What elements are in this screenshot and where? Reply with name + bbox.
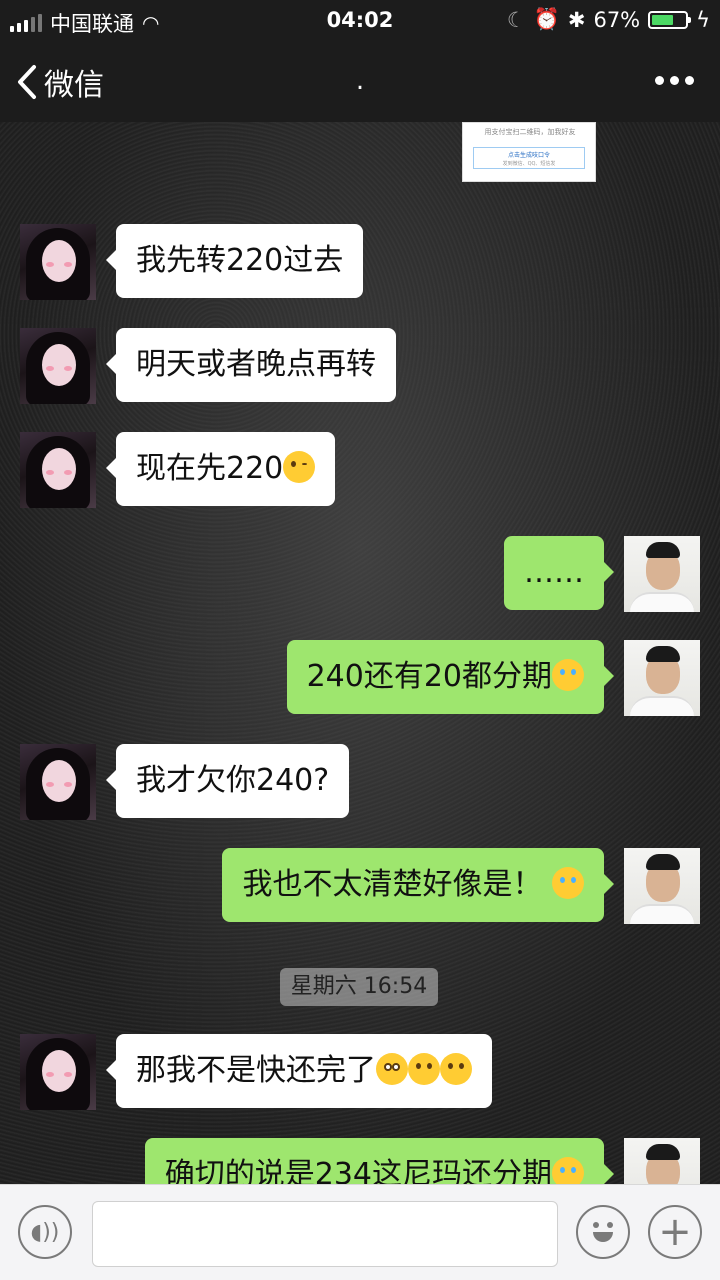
avatar-self[interactable] — [624, 848, 700, 924]
shocked-emoji-icon — [376, 1052, 408, 1085]
charging-icon: ϟ — [696, 7, 710, 32]
avatar-contact[interactable] — [20, 432, 96, 508]
avatar-self[interactable] — [624, 640, 700, 716]
avatar-self[interactable] — [624, 536, 700, 612]
timestamp-divider: 星期六 16:54 — [280, 968, 438, 1006]
message-bubble-in[interactable]: 明天或者晚点再转 — [106, 328, 396, 402]
emoji-button[interactable] — [576, 1205, 630, 1259]
message-text: 我先转220过去 — [136, 243, 344, 278]
message-text: …… — [524, 555, 584, 590]
image-message-line2: 点击生成吱口令 — [507, 152, 550, 159]
emoji-face-icon — [587, 1216, 619, 1248]
chat-area[interactable]: 用支付宝扫二维码，加我好友 点击生成吱口令 发到微信、QQ、短信发 我先转220… — [0, 122, 720, 1184]
avatar-contact[interactable] — [20, 744, 96, 820]
message-bubble-in[interactable]: 现在先220 — [105, 432, 336, 506]
message-text: 那我不是快还完了 — [136, 1053, 376, 1088]
moon-icon: ☾ — [506, 7, 526, 32]
voice-icon: ◖)) — [30, 1219, 60, 1245]
thinking-emoji-icon — [408, 1052, 440, 1085]
laugh-cry-emoji-icon — [552, 658, 584, 691]
image-message[interactable]: 用支付宝扫二维码，加我好友 点击生成吱口令 发到微信、QQ、短信发 — [462, 122, 596, 182]
status-right: ☾ ⏰ ✱ 67% ϟ — [507, 7, 710, 32]
more-dots-icon — [655, 76, 664, 85]
battery-percent: 67% — [593, 7, 641, 32]
laugh-cry-emoji-icon — [552, 866, 584, 899]
avatar-contact[interactable] — [20, 1034, 96, 1110]
thinking-emoji-icon — [440, 1052, 472, 1085]
avatar-contact[interactable] — [20, 224, 96, 300]
message-bubble-out[interactable]: 我也不太清楚好像是！ — [222, 848, 614, 922]
message-text: 我也不太清楚好像是！ — [242, 867, 543, 902]
bluetooth-icon: ✱ — [567, 7, 586, 32]
wink-tongue-emoji-icon — [283, 450, 316, 483]
plus-button[interactable]: + — [648, 1205, 702, 1259]
battery-fill — [652, 14, 674, 25]
avatar-contact[interactable] — [20, 328, 96, 404]
input-bar: ◖)) + — [0, 1184, 720, 1280]
message-text: 确切的说是234这尼玛还分期 — [164, 1157, 552, 1184]
image-message-box: 点击生成吱口令 发到微信、QQ、短信发 — [473, 147, 585, 169]
message-text: 我才欠你240? — [136, 763, 330, 798]
message-text: 现在先220 — [136, 451, 284, 486]
chat-title: . — [355, 66, 365, 96]
nav-bar: 微信 . — [0, 40, 720, 122]
alarm-icon: ⏰ — [533, 7, 560, 31]
status-bar: 中国联通 ◠ 04:02 ☾ ⏰ ✱ 67% ϟ — [0, 0, 720, 40]
message-text: 明天或者晚点再转 — [136, 347, 376, 382]
message-bubble-in[interactable]: 那我不是快还完了 — [106, 1034, 492, 1108]
message-bubble-out[interactable]: 240还有20都分期 — [286, 640, 615, 714]
message-input[interactable] — [92, 1201, 558, 1267]
more-dot — [685, 76, 694, 85]
laugh-cry-emoji-icon — [552, 1156, 584, 1184]
plus-icon: + — [658, 1209, 692, 1255]
voice-button[interactable]: ◖)) — [18, 1205, 72, 1259]
message-bubble-in[interactable]: 我先转220过去 — [105, 224, 364, 298]
message-text: 240还有20都分期 — [306, 659, 552, 694]
avatar-self[interactable] — [624, 1138, 700, 1184]
image-message-line1: 用支付宝扫二维码，加我好友 — [484, 128, 576, 136]
more-dot — [670, 76, 679, 85]
message-bubble-in[interactable]: 我才欠你240? — [105, 744, 350, 818]
image-message-line3: 发到微信、QQ、短信发 — [502, 161, 556, 167]
message-bubble-out[interactable]: 确切的说是234这尼玛还分期 — [144, 1138, 615, 1184]
battery-icon — [648, 10, 692, 29]
message-bubble-out[interactable]: …… — [504, 536, 614, 610]
more-button[interactable] — [655, 76, 694, 85]
